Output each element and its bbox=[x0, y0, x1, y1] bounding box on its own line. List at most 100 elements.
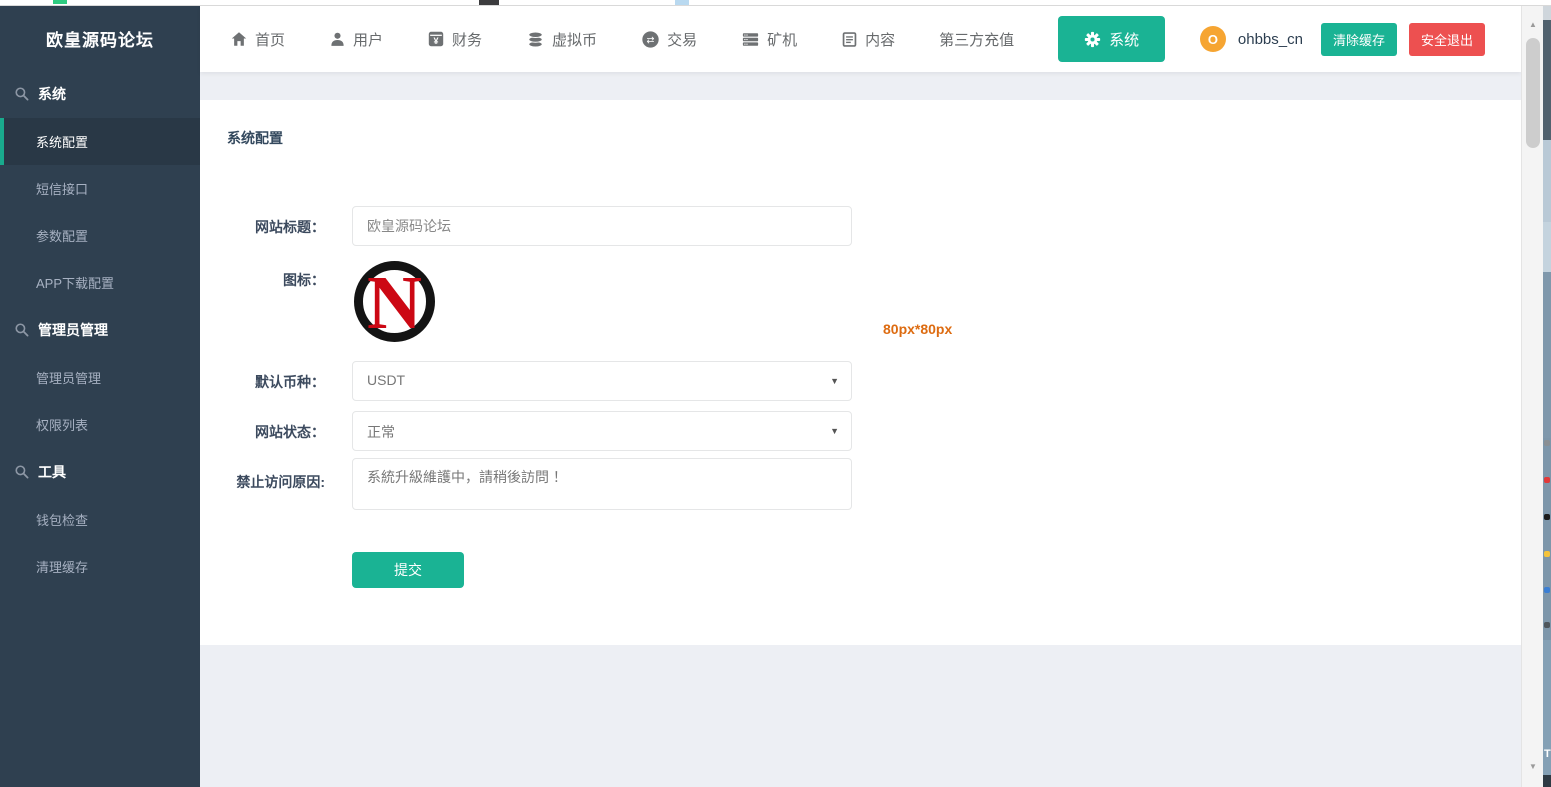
sidebar-item-sms-api[interactable]: 短信接口 bbox=[0, 165, 200, 212]
sidebar-item-wallet-check[interactable]: 钱包检查 bbox=[0, 496, 200, 543]
scrollbar-thumb[interactable] bbox=[1526, 38, 1540, 148]
chevron-down-icon: ▼ bbox=[830, 376, 839, 386]
document-icon bbox=[841, 31, 858, 48]
avatar[interactable]: O bbox=[1200, 26, 1226, 52]
scrollbar-up-arrow-icon[interactable]: ▲ bbox=[1522, 20, 1544, 29]
sidebar-item-system-config[interactable]: 系统配置 bbox=[0, 118, 200, 165]
desktop-icon bbox=[1544, 622, 1550, 628]
browser-edge-fragment bbox=[675, 0, 689, 5]
form-row-site-title: 网站标题： bbox=[200, 206, 1300, 246]
magnifier-icon bbox=[14, 322, 30, 338]
nav-item-label: 虚拟币 bbox=[552, 29, 597, 50]
browser-edge-fragment bbox=[53, 0, 67, 4]
system-config-form: 网站标题： 图标： N 80px*80px 默认币种： USDT ▼ 网站状态： bbox=[200, 206, 1300, 588]
sidebar-section-label: 管理员管理 bbox=[38, 320, 108, 340]
sidebar-item-param-config[interactable]: 参数配置 bbox=[0, 212, 200, 259]
scrollbar-down-arrow-icon[interactable]: ▼ bbox=[1522, 762, 1544, 771]
yen-square-icon: ¥ bbox=[427, 30, 445, 48]
submit-button[interactable]: 提交 bbox=[352, 552, 464, 588]
default-currency-select[interactable]: USDT ▼ bbox=[352, 361, 852, 401]
sidebar-section-label: 工具 bbox=[38, 462, 66, 482]
default-currency-label: 默认币种： bbox=[200, 361, 325, 392]
site-title-label: 网站标题： bbox=[200, 206, 325, 237]
logout-button[interactable]: 安全退出 bbox=[1409, 23, 1485, 56]
forbidden-reason-label: 禁止访问原因: bbox=[200, 458, 325, 492]
sidebar-section-tools[interactable]: 工具 bbox=[0, 448, 200, 496]
nav-item-users[interactable]: 用户 bbox=[329, 29, 383, 50]
username-text: ohbbs_cn bbox=[1238, 31, 1303, 48]
nav-item-label: 交易 bbox=[667, 29, 697, 50]
desktop-icon bbox=[1544, 477, 1550, 483]
site-status-value: 正常 bbox=[367, 424, 395, 440]
gear-icon bbox=[1084, 31, 1101, 48]
nav-item-label: 首页 bbox=[255, 29, 285, 50]
nav-item-thirdparty-recharge[interactable]: 第三方充值 bbox=[939, 29, 1014, 50]
desktop-edge-segment bbox=[1543, 272, 1551, 438]
sidebar-section-label: 系统 bbox=[38, 84, 66, 104]
home-icon bbox=[230, 30, 248, 48]
nav-item-label: 用户 bbox=[353, 29, 383, 50]
nav-item-label: 内容 bbox=[865, 29, 895, 50]
site-icon-label: 图标： bbox=[200, 259, 325, 290]
default-currency-value: USDT bbox=[367, 372, 405, 388]
nav-item-label: 系统 bbox=[1109, 29, 1139, 50]
browser-edge-strip bbox=[0, 0, 1551, 6]
svg-text:¥: ¥ bbox=[434, 36, 439, 46]
server-rack-icon bbox=[741, 30, 760, 49]
exchange-circle-icon: ⇄ bbox=[641, 30, 660, 49]
forbidden-reason-textarea[interactable]: 系統升級維護中，請稍後訪問 ！ bbox=[352, 458, 852, 510]
desktop-edge-segment bbox=[1543, 20, 1551, 140]
nav-item-label: 财务 bbox=[452, 29, 482, 50]
desktop-icon bbox=[1544, 514, 1550, 520]
sidebar: 欧皇源码论坛 系统 系统配置 短信接口 参数配置 APP下载配置 管理员管理 管… bbox=[0, 6, 200, 787]
chevron-down-icon: ▼ bbox=[830, 426, 839, 436]
nav-item-trade[interactable]: ⇄ 交易 bbox=[641, 29, 697, 50]
nav-item-system-active[interactable]: 系统 bbox=[1058, 16, 1165, 62]
nav-item-label: 矿机 bbox=[767, 29, 797, 50]
magnifier-icon bbox=[14, 86, 30, 102]
icon-size-hint: 80px*80px bbox=[883, 321, 952, 337]
nav-item-miners[interactable]: 矿机 bbox=[741, 29, 797, 50]
desktop-icon bbox=[1544, 440, 1550, 446]
desktop-edge-segment bbox=[1543, 775, 1551, 787]
site-status-label: 网站状态： bbox=[200, 411, 325, 442]
site-logo-image[interactable]: N bbox=[352, 259, 437, 344]
top-navbar: 首页 用户 ¥ 财务 虚拟币 ⇄ 交易 矿机 内容 第三方充值 bbox=[200, 6, 1521, 72]
coins-stack-icon bbox=[526, 30, 545, 49]
clear-cache-button[interactable]: 清除缓存 bbox=[1321, 23, 1397, 56]
page-scrollbar[interactable]: ▲ ▼ bbox=[1521, 6, 1543, 787]
desktop-edge-segment bbox=[1543, 140, 1551, 222]
desktop-icon bbox=[1544, 587, 1550, 593]
browser-edge-fragment bbox=[479, 0, 499, 5]
sidebar-section-admin[interactable]: 管理员管理 bbox=[0, 306, 200, 354]
sidebar-item-app-download-config[interactable]: APP下载配置 bbox=[0, 259, 200, 306]
sidebar-brand-title: 欧皇源码论坛 bbox=[0, 6, 200, 70]
magnifier-icon bbox=[14, 464, 30, 480]
site-status-select[interactable]: 正常 ▼ bbox=[352, 411, 852, 451]
nav-item-home[interactable]: 首页 bbox=[230, 29, 285, 50]
desktop-icon bbox=[1544, 551, 1550, 557]
nav-item-label: 第三方充值 bbox=[939, 29, 1014, 50]
form-row-forbidden-reason: 禁止访问原因: 系統升級維護中，請稍後訪問 ！ bbox=[200, 458, 1300, 510]
svg-text:⇄: ⇄ bbox=[647, 34, 655, 45]
sidebar-item-permission-list[interactable]: 权限列表 bbox=[0, 401, 200, 448]
desktop-text-fragment: T bbox=[1544, 748, 1551, 760]
form-row-status: 网站状态： 正常 ▼ bbox=[200, 411, 1300, 451]
nav-item-content[interactable]: 内容 bbox=[841, 29, 895, 50]
user-icon bbox=[329, 31, 346, 48]
desktop-edge: T bbox=[1543, 0, 1551, 787]
navbar-user-area: O ohbbs_cn 清除缓存 安全退出 bbox=[1200, 23, 1521, 56]
site-title-input[interactable] bbox=[352, 206, 852, 246]
page-title: 系统配置 bbox=[227, 128, 283, 148]
form-row-currency: 默认币种： USDT ▼ bbox=[200, 361, 1300, 401]
sidebar-item-clear-cache[interactable]: 清理缓存 bbox=[0, 543, 200, 590]
svg-text:N: N bbox=[367, 261, 422, 344]
nav-item-crypto[interactable]: 虚拟币 bbox=[526, 29, 597, 50]
sidebar-item-admin-manage[interactable]: 管理员管理 bbox=[0, 354, 200, 401]
desktop-edge-segment bbox=[1543, 438, 1551, 640]
sidebar-section-system[interactable]: 系统 bbox=[0, 70, 200, 118]
desktop-edge-segment bbox=[1543, 222, 1551, 272]
nav-item-finance[interactable]: ¥ 财务 bbox=[427, 29, 482, 50]
admin-dashboard: 欧皇源码论坛 系统 系统配置 短信接口 参数配置 APP下载配置 管理员管理 管… bbox=[0, 0, 1551, 787]
form-row-icon: 图标： N 80px*80px bbox=[200, 259, 1300, 349]
